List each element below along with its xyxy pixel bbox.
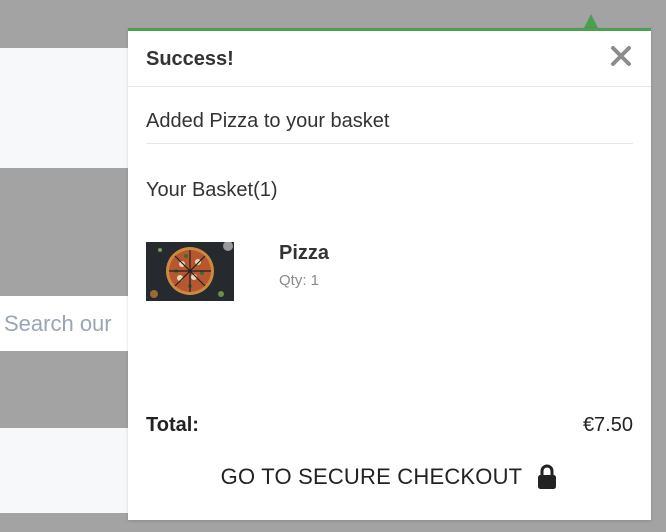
basket-item: Pizza Qty: 1 <box>146 242 626 302</box>
secure-checkout-button[interactable]: GO TO SECURE CHECKOUT <box>146 457 633 497</box>
total-row: Total: €7.50 <box>146 414 633 442</box>
lock-icon <box>536 464 558 490</box>
background-search-box[interactable] <box>0 296 140 351</box>
item-quantity: Qty: 1 <box>279 272 320 289</box>
toast-title: Success! <box>146 48 234 70</box>
search-input[interactable] <box>0 296 140 351</box>
toast-header: Success! <box>128 31 651 87</box>
toast-pointer-arrow <box>584 14 598 28</box>
item-name: Pizza <box>279 242 330 264</box>
toast-message-row: Added Pizza to your basket <box>146 88 633 144</box>
pizza-image <box>146 242 234 301</box>
basket-heading: Your Basket(1) <box>146 179 278 201</box>
background-card <box>0 428 140 513</box>
total-value: €7.50 <box>582 414 633 436</box>
checkout-label: GO TO SECURE CHECKOUT <box>220 464 523 489</box>
toast-message: Added Pizza to your basket <box>146 110 390 132</box>
basket-success-toast: Success! Added Pizza to your basket Your… <box>128 28 651 520</box>
total-label: Total: <box>146 414 199 436</box>
background-card <box>0 48 140 168</box>
close-icon[interactable] <box>609 44 633 68</box>
